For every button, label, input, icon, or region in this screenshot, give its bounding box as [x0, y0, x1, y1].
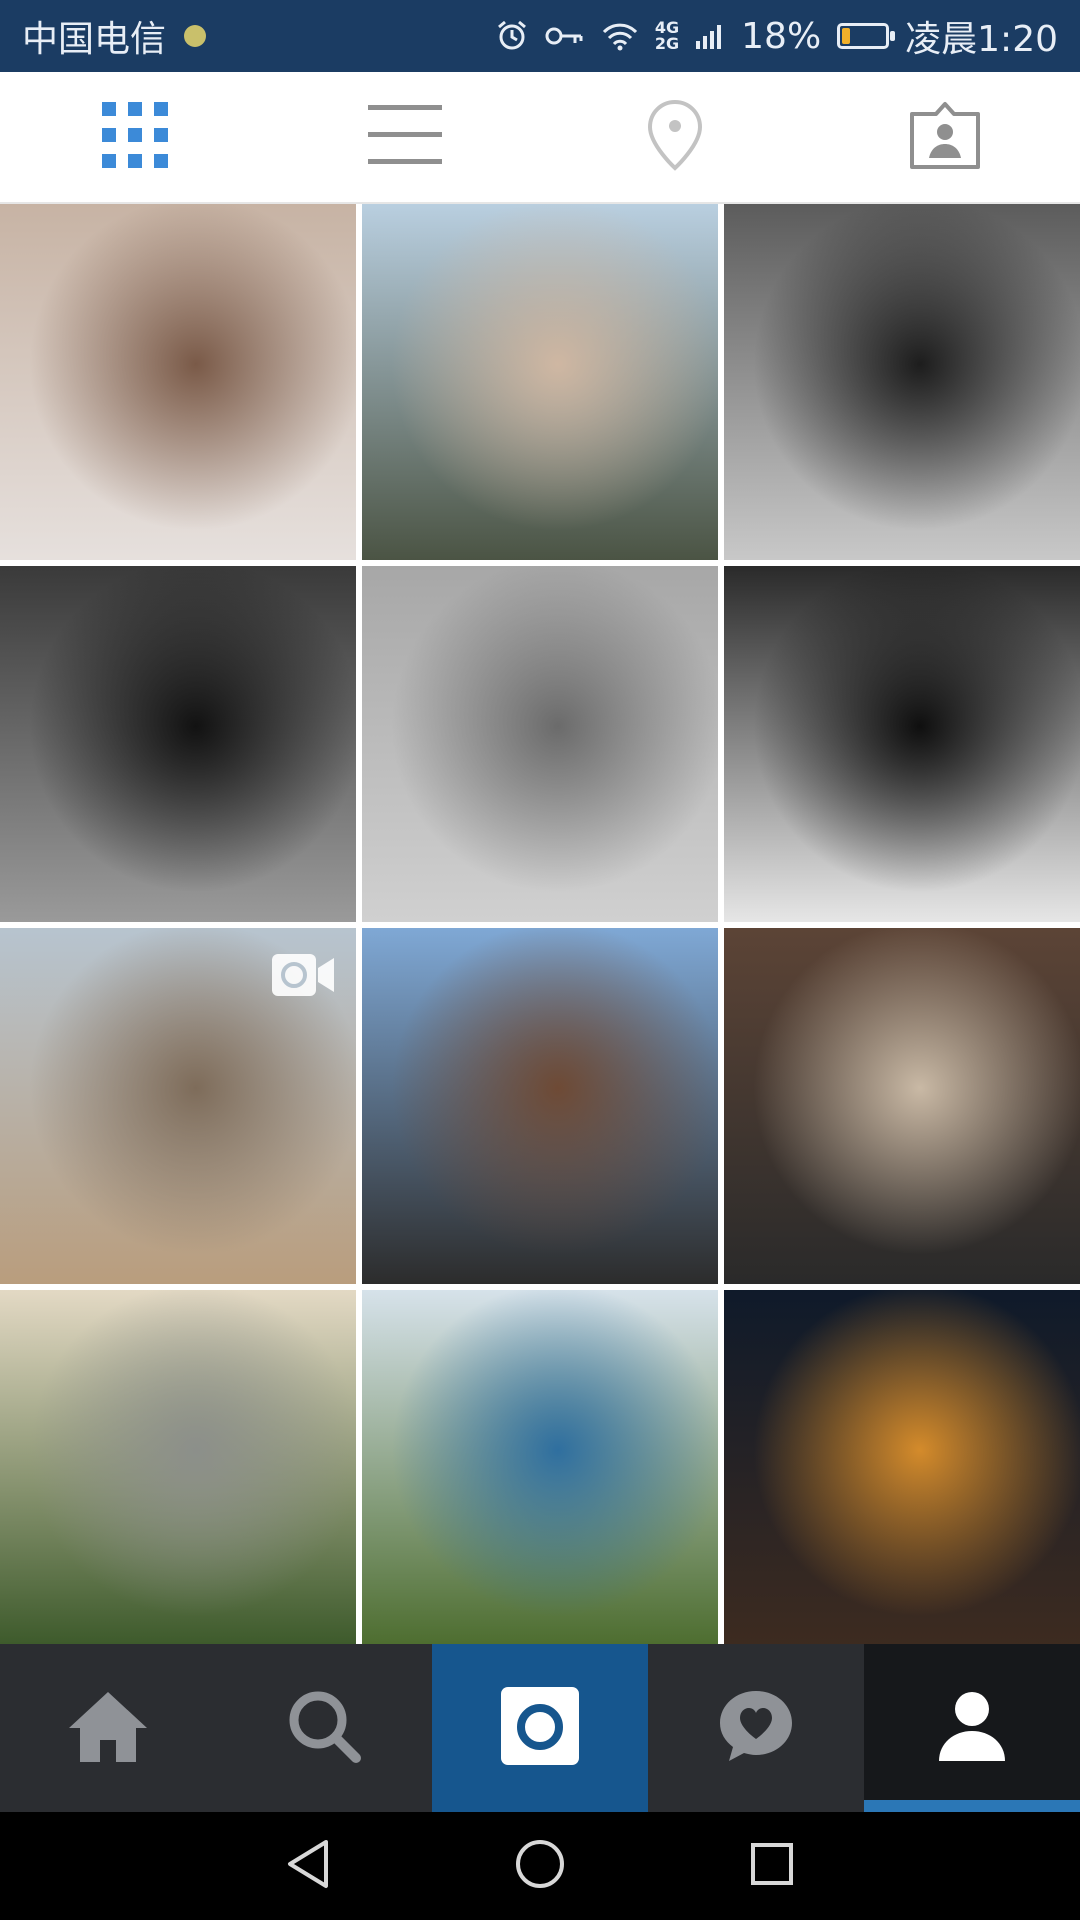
- photo-tile-monkey-in-forest-black-and-white[interactable]: [724, 566, 1080, 922]
- network-type-bottom: 2G: [654, 34, 680, 53]
- back-triangle-icon: [284, 1838, 332, 1894]
- signal-icon: [695, 21, 725, 51]
- nav-activity[interactable]: [648, 1644, 864, 1812]
- wifi-icon: [601, 21, 639, 51]
- recents-square-icon: [749, 1841, 795, 1891]
- tab-grid-view[interactable]: [75, 87, 195, 187]
- carrier-name: 中国电信: [22, 19, 167, 60]
- camera-icon: [501, 1687, 579, 1769]
- tagged-person-icon: [909, 100, 981, 174]
- system-home-button[interactable]: [510, 1836, 570, 1896]
- grid-icon: [102, 102, 168, 172]
- photo-tile-palace-guards-video[interactable]: [0, 928, 356, 1284]
- list-icon: [368, 103, 442, 171]
- photo-grid: [0, 204, 1080, 1644]
- search-icon: [284, 1686, 364, 1770]
- tab-tagged-photos[interactable]: [885, 87, 1005, 187]
- location-pin-icon: [645, 99, 705, 175]
- photo-tile-high-rise-buildings-black-and-white[interactable]: [0, 566, 356, 922]
- photo-tile-selfie-in-bed[interactable]: [0, 204, 356, 560]
- notification-dot-icon: [184, 25, 207, 47]
- photo-tile-selfie-in-room[interactable]: [724, 928, 1080, 1284]
- tab-list-view[interactable]: [345, 87, 465, 187]
- video-camera-icon: [270, 952, 336, 1002]
- status-right: 4G 2G 18% 凌晨1:20: [495, 10, 1058, 62]
- photo-tile-market-street-flags[interactable]: [362, 928, 718, 1284]
- network-type: 4G 2G: [655, 20, 679, 52]
- battery-fill: [842, 28, 851, 44]
- active-tab-indicator: [864, 1800, 1080, 1812]
- battery-icon: [837, 23, 896, 49]
- battery-percent: 18%: [741, 15, 822, 57]
- nav-profile[interactable]: [864, 1644, 1080, 1812]
- photo-tile-infinity-pool-palms[interactable]: [362, 1290, 718, 1644]
- alarm-icon: [495, 19, 529, 53]
- key-icon: [545, 24, 585, 48]
- photo-tile-two-men-black-and-white[interactable]: [724, 204, 1080, 560]
- nav-camera[interactable]: [432, 1644, 648, 1812]
- nav-home[interactable]: [0, 1644, 216, 1812]
- photo-tile-shirtless-selfie-on-rocks[interactable]: [362, 204, 718, 560]
- photo-tile-sunset-over-sea[interactable]: [0, 1290, 356, 1644]
- home-icon: [66, 1688, 150, 1768]
- tab-photo-map[interactable]: [615, 87, 735, 187]
- status-bar: 中国电信 4G 2G 18% 凌晨1:20: [0, 0, 1080, 72]
- system-nav-bar: [0, 1812, 1080, 1920]
- nav-search[interactable]: [216, 1644, 432, 1812]
- clock: 凌晨1:20: [905, 19, 1058, 60]
- profile-view-tabs: [0, 72, 1080, 204]
- bottom-nav: [0, 1644, 1080, 1812]
- photo-tile-double-exposure-city[interactable]: [362, 566, 718, 922]
- heart-bubble-icon: [716, 1687, 796, 1769]
- profile-icon: [937, 1689, 1007, 1767]
- home-circle-icon: [514, 1838, 566, 1894]
- photo-tile-night-festival-lights[interactable]: [724, 1290, 1080, 1644]
- system-back-button[interactable]: [278, 1836, 338, 1896]
- system-recents-button[interactable]: [742, 1836, 802, 1896]
- status-left: 中国电信: [22, 10, 207, 62]
